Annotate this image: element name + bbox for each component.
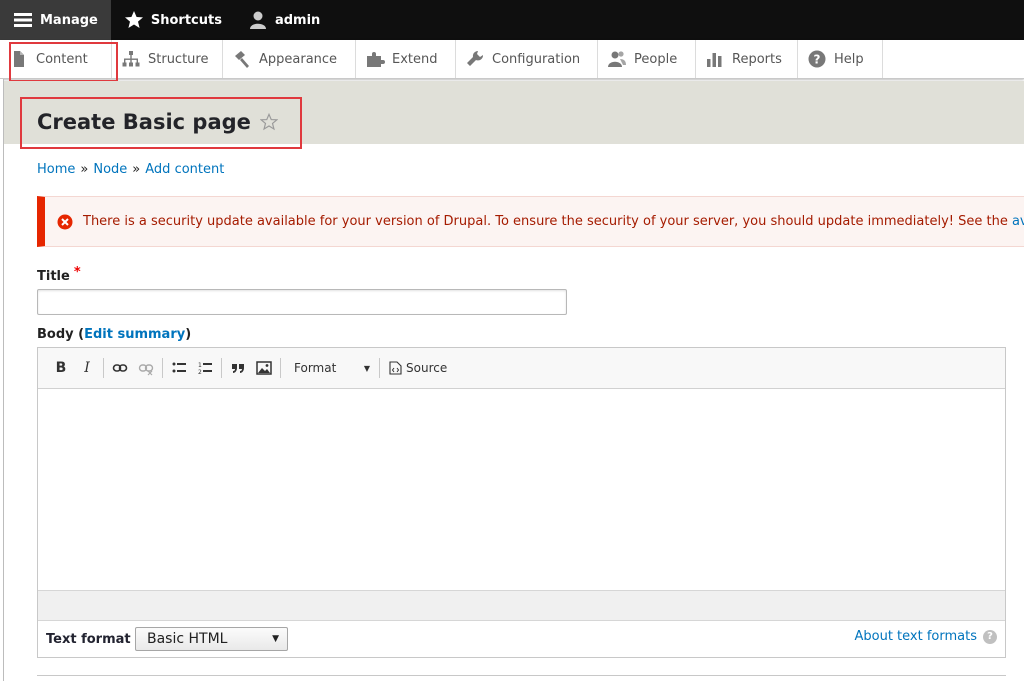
link-icon [112, 364, 128, 372]
manage-label: Manage [40, 12, 98, 28]
image-icon [256, 361, 272, 375]
about-text-formats: About text formats ? [854, 629, 997, 644]
breadcrumb: Home » Node » Add content [37, 162, 224, 177]
quote-icon [232, 364, 244, 373]
svg-text:2: 2 [198, 369, 202, 376]
admin-toolbar: Manage Shortcuts admin [0, 0, 1024, 40]
body-editor: B I 12 Format ▼ Source Text format Basic… [37, 347, 1006, 658]
format-dropdown[interactable]: Format ▼ [284, 355, 376, 381]
breadcrumb-node[interactable]: Node [93, 162, 127, 177]
body-edit-area[interactable] [38, 390, 1005, 590]
image-button[interactable] [251, 355, 277, 381]
user-label: admin [274, 12, 321, 28]
svg-text:1: 1 [198, 362, 202, 369]
content-highlight-box [9, 42, 118, 82]
sitemap-icon [122, 51, 140, 67]
toolbar-separator [280, 358, 281, 378]
chevron-down-icon: ▼ [272, 634, 279, 644]
text-format-select[interactable]: Basic HTML ▼ [135, 627, 288, 651]
tray-item-extend[interactable]: Extend [356, 40, 456, 78]
admin-tray: Content Structure Appearance Extend Conf… [0, 40, 1024, 79]
breadcrumb-home[interactable]: Home [37, 162, 75, 177]
source-icon [389, 361, 402, 375]
tray-item-label: Structure [148, 51, 209, 67]
title-input[interactable] [37, 289, 567, 315]
text-format-label: Text format [46, 632, 131, 647]
breadcrumb-add-content[interactable]: Add content [145, 162, 224, 177]
breadcrumb-separator: » [132, 162, 141, 177]
bar-chart-icon [707, 53, 722, 67]
user-tab[interactable]: admin [235, 0, 333, 40]
star-icon [124, 11, 143, 28]
tray-item-label: Help [834, 51, 864, 67]
blockquote-button[interactable] [225, 355, 251, 381]
tray-item-reports[interactable]: Reports [696, 40, 798, 78]
unlink-icon [138, 364, 154, 376]
breadcrumb-separator: » [80, 162, 89, 177]
numbered-list-button[interactable]: 12 [192, 355, 218, 381]
source-label: Source [406, 361, 448, 375]
required-marker: * [73, 265, 81, 280]
editor-toolbar: B I 12 Format ▼ Source [38, 348, 1005, 389]
svg-text:?: ? [814, 53, 821, 67]
message-link[interactable]: av [1012, 214, 1024, 229]
text-format-row: Text format Basic HTML ▼ About text form… [38, 620, 1005, 657]
divider [37, 675, 1006, 676]
editor-status-bar [38, 590, 1005, 620]
tray-item-label: Configuration [492, 51, 581, 67]
body-label-text: Body ( [37, 327, 85, 342]
people-icon [608, 51, 626, 67]
chevron-down-icon: ▼ [363, 363, 370, 373]
error-icon [57, 214, 73, 229]
link-button[interactable] [107, 355, 133, 381]
toolbar-separator [103, 358, 104, 378]
bold-button[interactable]: B [48, 355, 74, 381]
bulleted-list-icon [172, 362, 186, 373]
shortcuts-label: Shortcuts [150, 12, 222, 28]
source-button[interactable]: Source [389, 361, 447, 375]
puzzle-icon [367, 52, 385, 67]
manage-tab[interactable]: Manage [0, 0, 111, 40]
bold-glyph: B [55, 360, 67, 376]
numbered-list-icon: 12 [198, 362, 212, 376]
tray-item-label: Appearance [259, 51, 338, 67]
title-highlight-box [20, 97, 302, 149]
tray-item-structure[interactable]: Structure [112, 40, 223, 78]
title-label-text: Title [37, 269, 70, 284]
help-icon[interactable]: ? [983, 629, 997, 644]
bulleted-list-button[interactable] [166, 355, 192, 381]
shortcuts-tab[interactable]: Shortcuts [111, 0, 235, 40]
message-text: There is a security update available for… [83, 214, 1012, 229]
unlink-button[interactable] [133, 355, 159, 381]
tray-item-label: Extend [392, 51, 438, 67]
paintbrush-icon [235, 51, 249, 68]
format-label: Format [294, 361, 337, 375]
body-label: Body (Edit summary) [37, 327, 191, 342]
tray-item-people[interactable]: People [598, 40, 696, 78]
hamburger-icon [14, 13, 32, 27]
security-error-message: There is a security update available for… [37, 196, 1024, 247]
help-icon: ? [808, 50, 826, 68]
tray-item-configuration[interactable]: Configuration [456, 40, 598, 78]
tray-item-help[interactable]: ? Help [798, 40, 883, 78]
toolbar-separator [379, 358, 380, 378]
title-label: Title * [37, 265, 81, 284]
text-format-value: Basic HTML [147, 631, 228, 647]
user-icon [249, 11, 266, 29]
body-label-close: ) [185, 327, 192, 342]
wrench-icon [467, 50, 484, 66]
tray-item-label: Reports [732, 51, 782, 67]
toolbar-separator [162, 358, 163, 378]
left-edge-rule [0, 79, 4, 681]
toolbar-separator [221, 358, 222, 378]
tray-item-label: People [634, 51, 678, 67]
edit-summary-link[interactable]: Edit summary [84, 327, 185, 342]
about-text-formats-link[interactable]: About text formats [854, 629, 977, 644]
italic-button[interactable]: I [74, 355, 100, 381]
italic-glyph: I [84, 360, 90, 376]
tray-item-appearance[interactable]: Appearance [223, 40, 356, 78]
